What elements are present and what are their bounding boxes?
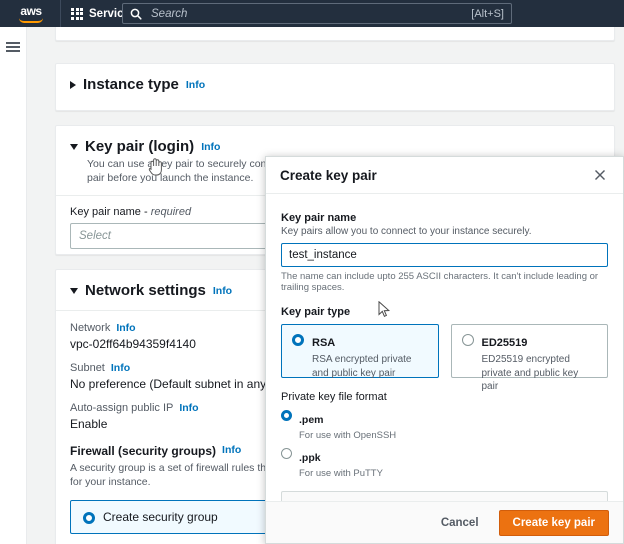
key-pair-name-input[interactable] [281, 243, 608, 267]
private-key-warning-alert: When prompted, store the private key in … [281, 491, 608, 501]
key-pair-header[interactable]: Key pair (login) Info [56, 126, 614, 155]
firewall-label: Firewall (security groups) [70, 444, 217, 458]
key-pair-type-option-rsa-wrap: RSA RSA encrypted private and public key… [281, 324, 439, 379]
top-navigation-bar: aws Services [Alt+S] [0, 0, 624, 27]
grid-icon [71, 7, 83, 20]
network-settings-info-link[interactable]: Info [213, 285, 232, 297]
aws-logo-text: aws [20, 3, 42, 18]
private-key-format-option-ppk[interactable]: .ppk For use with PuTTY [281, 448, 608, 479]
close-icon[interactable] [591, 166, 609, 184]
instance-type-section[interactable]: Instance type Info [55, 63, 615, 111]
private-key-format-ppk-desc: For use with PuTTY [299, 468, 383, 479]
create-key-pair-button[interactable]: Create key pair [498, 509, 609, 536]
private-key-format-pem-desc: For use with OpenSSH [299, 430, 397, 441]
key-pair-title: Key pair (login) [85, 138, 195, 155]
subnet-info-link[interactable]: Info [111, 362, 130, 374]
radio-selected-icon[interactable] [83, 511, 95, 524]
network-settings-title: Network settings [85, 282, 206, 299]
modal-footer: Cancel Create key pair [266, 501, 623, 543]
key-pair-type-options: RSA RSA encrypted private and public key… [281, 324, 608, 392]
modal-header: Create key pair [266, 157, 623, 194]
public-ip-info-link[interactable]: Info [179, 402, 198, 414]
chevron-down-icon[interactable] [70, 287, 78, 294]
radio-unselected-icon[interactable] [281, 448, 292, 459]
key-pair-name-hint: The name can include upto 255 ASCII char… [281, 271, 599, 293]
private-key-format-ppk-text: .ppk For use with PuTTY [299, 448, 383, 479]
create-key-pair-modal: Create key pair Key pair name Key pairs … [265, 156, 624, 544]
private-key-format-pem-text: .pem For use with OpenSSH [299, 410, 396, 441]
public-ip-label: Auto-assign public IP [70, 402, 174, 414]
cancel-button[interactable]: Cancel [433, 512, 487, 534]
key-pair-name-label-text: Key pair name - [70, 206, 151, 219]
modal-title: Create key pair [280, 167, 377, 183]
key-pair-type-rsa-desc: RSA encrypted private and public key pai… [312, 354, 412, 379]
private-key-format-option-pem[interactable]: .pem For use with OpenSSH [281, 410, 608, 441]
key-pair-type-label: Key pair type [281, 306, 351, 318]
global-search-bar[interactable]: [Alt+S] [122, 3, 512, 24]
hamburger-menu-icon[interactable] [6, 42, 20, 52]
aws-logo[interactable]: aws [8, 5, 54, 23]
aws-logo-swoosh-icon [19, 18, 43, 23]
key-pair-name-select-placeholder: Select [79, 230, 111, 243]
key-pair-type-rsa-title: RSA [312, 337, 336, 349]
key-pair-type-rsa-text: RSA RSA encrypted private and public key… [312, 333, 428, 379]
key-pair-info-link[interactable]: Info [201, 141, 220, 153]
search-shortcut-hint: [Alt+S] [471, 7, 504, 20]
modal-body: Key pair name Key pairs allow you to con… [266, 194, 623, 501]
private-key-format-ppk-title: .ppk [299, 452, 321, 464]
instance-type-header[interactable]: Instance type Info [56, 64, 614, 93]
radio-selected-icon[interactable] [281, 410, 292, 421]
left-rail [0, 27, 27, 544]
key-pair-type-ed25519-text: ED25519 ED25519 encrypted private and pu… [481, 333, 598, 392]
radio-selected-icon[interactable] [292, 334, 304, 346]
key-pair-type-option-rsa[interactable]: RSA RSA encrypted private and public key… [281, 324, 439, 379]
firewall-info-link[interactable]: Info [222, 444, 241, 456]
key-pair-name-field-desc: Key pairs allow you to connect to your i… [281, 226, 532, 237]
key-pair-name-field-label: Key pair name [281, 212, 357, 224]
app-root: aws Services [Alt+S] [0, 0, 624, 544]
chevron-down-icon[interactable] [70, 143, 78, 150]
search-input[interactable] [149, 6, 465, 21]
key-pair-name-required-text: required [150, 206, 192, 219]
create-security-group-tile[interactable]: Create security group [70, 500, 280, 535]
instance-type-title: Instance type [83, 76, 179, 93]
search-icon [130, 8, 142, 20]
radio-unselected-icon[interactable] [461, 334, 474, 346]
network-info-link[interactable]: Info [116, 322, 135, 334]
previous-section-card-stub [55, 27, 615, 41]
network-label: Network [70, 322, 111, 334]
key-pair-type-option-ed25519-wrap: ED25519 ED25519 encrypted private and pu… [450, 324, 608, 392]
key-pair-type-ed25519-desc: ED25519 encrypted private and public key… [481, 354, 579, 392]
create-security-group-label: Create security group [103, 510, 218, 525]
chevron-right-icon[interactable] [70, 80, 76, 89]
private-key-format-pem-title: .pem [299, 414, 324, 426]
subnet-label: Subnet [70, 362, 105, 374]
instance-type-info-link[interactable]: Info [186, 79, 205, 91]
key-pair-type-ed25519-title: ED25519 [481, 337, 528, 349]
key-pair-type-option-ed25519[interactable]: ED25519 ED25519 encrypted private and pu… [450, 324, 608, 392]
